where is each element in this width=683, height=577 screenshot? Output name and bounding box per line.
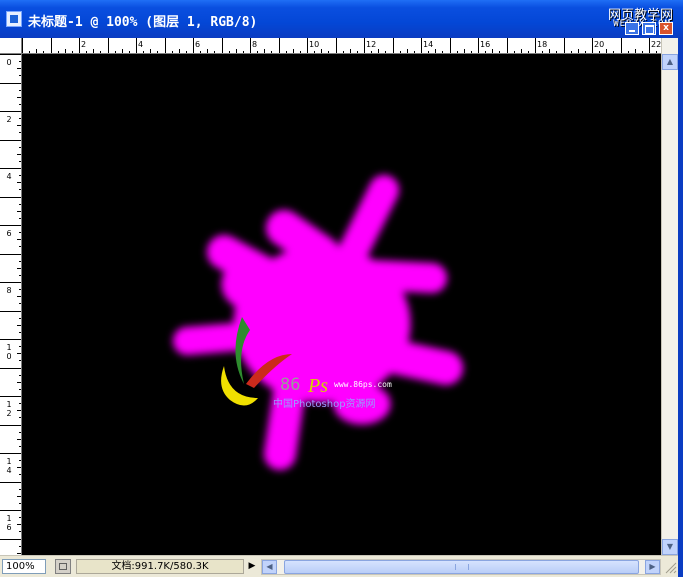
horizontal-scrollbar[interactable]: ◀ ▶	[261, 559, 661, 575]
document-size-info[interactable]: 文档:991.7K/580.3K	[76, 559, 244, 574]
ruler-v-label: 1 0	[6, 343, 12, 361]
ruler-h-label: 4	[138, 40, 144, 49]
ruler-h-label: 2	[81, 40, 87, 49]
logo-url: www.86ps.com	[334, 380, 392, 389]
ruler-h-label: 14	[423, 40, 434, 49]
window-title: 未标题-1 @ 100% (图层 1, RGB/8)	[28, 15, 258, 30]
ruler-h-label: 22	[651, 40, 661, 49]
ruler-v-label: 1 6	[6, 514, 12, 532]
ruler-origin[interactable]	[0, 38, 22, 54]
scroll-right-arrow-icon[interactable]: ▶	[645, 560, 660, 574]
artwork: 86 Ps www.86ps.com 中国Photoshop资源网	[173, 175, 463, 470]
ruler-h-label: 10	[309, 40, 320, 49]
horizontal-scroll-thumb[interactable]	[284, 560, 639, 574]
window-frame-right	[678, 38, 683, 577]
ruler-v-label: 1 2	[6, 400, 12, 418]
scroll-left-arrow-icon[interactable]: ◀	[262, 560, 277, 574]
horizontal-ruler[interactable]: 2 4 6 8 10 12 14 16 18 20 22	[22, 38, 661, 54]
vertical-scrollbar[interactable]: ▲ ▼	[661, 38, 678, 555]
document-status-icon[interactable]	[55, 559, 71, 574]
minimize-button[interactable]	[625, 22, 639, 35]
ruler-h-label: 6	[195, 40, 201, 49]
status-menu-arrow-icon[interactable]: ▶	[246, 560, 258, 573]
resize-grip-icon[interactable]	[662, 559, 678, 575]
maximize-button[interactable]	[642, 22, 656, 35]
logo-brand-letters: Ps	[307, 375, 328, 397]
logo-brand-digits: 86	[280, 375, 300, 395]
scroll-down-arrow-icon[interactable]: ▼	[662, 539, 678, 555]
ruler-v-label: 1 4	[6, 457, 12, 475]
title-bar[interactable]: 未标题-1 @ 100% (图层 1, RGB/8) 网页教学网 WEBJX.C…	[0, 0, 683, 38]
scroll-up-arrow-icon[interactable]: ▲	[662, 54, 678, 70]
ruler-v-label: 8	[6, 286, 12, 295]
logo-tagline: 中国Photoshop资源网	[273, 397, 376, 410]
ruler-h-label: 20	[594, 40, 605, 49]
ruler-v-label: 2	[6, 115, 12, 124]
document-canvas[interactable]: 86 Ps www.86ps.com 中国Photoshop资源网	[22, 54, 661, 555]
vertical-ruler[interactable]: 0 2 4 6 8 1 0 1 2 1 4 1 6	[0, 54, 22, 555]
ruler-v-label: 4	[6, 172, 12, 181]
ruler-h-label: 12	[366, 40, 377, 49]
status-bar: 100% 文档:991.7K/580.3K ▶ ◀ ▶	[0, 555, 678, 577]
ruler-v-label: 6	[6, 229, 12, 238]
zoom-level-field[interactable]: 100%	[2, 559, 46, 574]
ruler-h-label: 18	[537, 40, 548, 49]
ruler-h-label: 8	[252, 40, 258, 49]
ruler-h-label: 16	[480, 40, 491, 49]
magenta-splash	[173, 175, 463, 470]
photoshop-document-icon	[6, 11, 22, 27]
close-button[interactable]: x	[659, 22, 673, 35]
ruler-v-label: 0	[6, 58, 12, 67]
